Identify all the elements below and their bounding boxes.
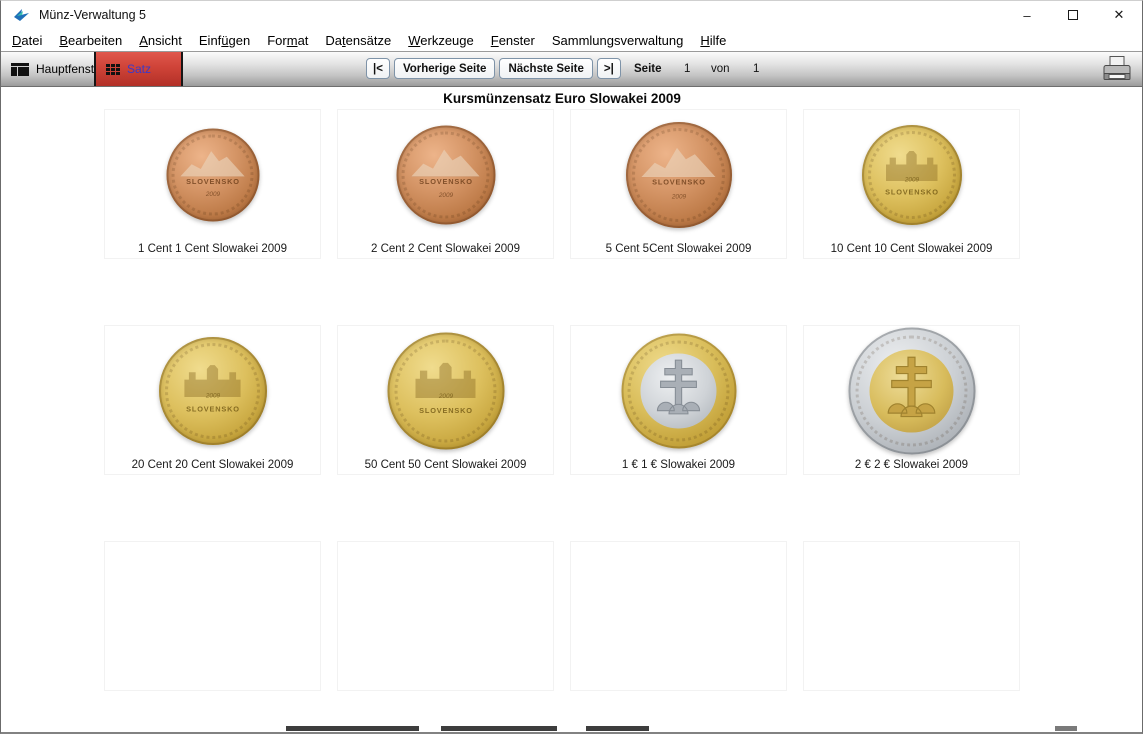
coin-cell-1-cent[interactable]: SLOVENSKO 2009 1 Cent 1 Cent Slowakei 20…: [104, 109, 321, 259]
maximize-button[interactable]: [1050, 1, 1096, 29]
coin-grid: SLOVENSKO 2009 1 Cent 1 Cent Slowakei 20…: [104, 109, 1020, 691]
coin-inscription: SLOVENSKO: [398, 406, 494, 414]
page-status-of-label: von: [711, 63, 730, 75]
toolbar: Hauptfenster Satz |< Vorherige Seite Näc…: [1, 51, 1142, 87]
menu-hilfe[interactable]: Hilfe: [693, 31, 733, 50]
coin-image-10-cent[interactable]: SLOVENSKO 2009: [862, 125, 962, 225]
app-icon: [13, 7, 31, 23]
coin-inscription: SLOVENSKO: [174, 178, 250, 186]
statusbar-clipped-text: [286, 726, 419, 731]
coin-cell-50-cent[interactable]: SLOVENSKO 2009 50 Cent 50 Cent Slowakei …: [337, 325, 554, 475]
previous-page-button[interactable]: Vorherige Seite: [394, 58, 496, 79]
page-title: Kursmünzensatz Euro Slowakei 2009: [104, 91, 1020, 106]
coin-image-2-cent[interactable]: SLOVENSKO 2009: [396, 126, 495, 225]
first-page-button[interactable]: |<: [366, 58, 390, 79]
coin-label: 20 Cent 20 Cent Slowakei 2009: [105, 459, 320, 471]
menu-datei[interactable]: Datei: [5, 31, 49, 50]
statusbar-clipped-text: [441, 726, 557, 731]
menu-ansicht[interactable]: Ansicht: [132, 31, 189, 50]
coin-label: 50 Cent 50 Cent Slowakei 2009: [338, 459, 553, 471]
minimize-button[interactable]: –: [1004, 1, 1050, 29]
coin-label: 1 € 1 € Slowakei 2009: [571, 459, 786, 471]
mountain-motif: [180, 149, 245, 177]
window-title: Münz-Verwaltung 5: [39, 8, 146, 22]
double-cross-motif: [653, 355, 704, 419]
coin-inscription: SLOVENSKO: [871, 188, 953, 196]
app-window: Münz-Verwaltung 5 – ✕ Datei Bearbeiten A…: [0, 0, 1143, 734]
statusbar: [1, 718, 1142, 732]
tab-satz[interactable]: Satz: [96, 52, 181, 86]
tab-separator: [181, 52, 183, 86]
coin-cell-1-euro[interactable]: SLOVENSKO 2009 1 € 1 € Slowakei 2009: [570, 325, 787, 475]
mountain-motif: [641, 145, 715, 177]
empty-cell: [803, 541, 1020, 691]
coin-image-2-euro[interactable]: SLOVENSKO 2009: [848, 328, 975, 455]
coin-image-20-cent[interactable]: SLOVENSKO 2009: [159, 337, 267, 445]
menu-einfuegen[interactable]: Einfügen: [192, 31, 257, 50]
main-window-icon: [11, 63, 29, 76]
double-cross-motif: [884, 352, 940, 423]
coin-year: 2009: [406, 192, 485, 199]
coin-year: 2009: [399, 392, 493, 399]
menu-datensaetze[interactable]: Datensätze: [318, 31, 398, 50]
coin-year: 2009: [872, 176, 952, 183]
statusbar-clipped-text: [1055, 726, 1077, 731]
coin-year: 2009: [636, 193, 721, 200]
menubar: Datei Bearbeiten Ansicht Einfügen Format…: [1, 29, 1142, 51]
last-page-button[interactable]: >|: [597, 58, 621, 79]
next-page-button[interactable]: Nächste Seite: [499, 58, 592, 79]
coin-cell-20-cent[interactable]: SLOVENSKO 2009 20 Cent 20 Cent Slowakei …: [104, 325, 321, 475]
coin-cell-2-euro[interactable]: SLOVENSKO 2009 2 € 2 € Slowakei 2009: [803, 325, 1020, 475]
menu-sammlungsverwaltung[interactable]: Sammlungsverwaltung: [545, 31, 691, 50]
coin-cell-5-cent[interactable]: SLOVENSKO 2009 5 Cent 5Cent Slowakei 200…: [570, 109, 787, 259]
maximize-icon: [1068, 10, 1078, 20]
coin-inscription: SLOVENSKO: [635, 178, 722, 186]
coin-label: 5 Cent 5Cent Slowakei 2009: [571, 243, 786, 255]
empty-cell: [570, 541, 787, 691]
record-view: Kursmünzensatz Euro Slowakei 2009 SLOVEN…: [1, 88, 1142, 718]
tab-hauptfenster[interactable]: Hauptfenster: [1, 52, 94, 86]
coin-image-50-cent[interactable]: SLOVENSKO 2009: [387, 333, 504, 450]
coin-image-5-cent[interactable]: SLOVENSKO 2009: [626, 122, 732, 228]
coin-label: 2 Cent 2 Cent Slowakei 2009: [338, 243, 553, 255]
print-button[interactable]: [1100, 54, 1134, 85]
page-navigation: |< Vorherige Seite Nächste Seite >|: [366, 58, 621, 79]
coin-label: 1 Cent 1 Cent Slowakei 2009: [105, 243, 320, 255]
coin-label: 10 Cent 10 Cent Slowakei 2009: [804, 243, 1019, 255]
coin-cell-2-cent[interactable]: SLOVENSKO 2009 2 Cent 2 Cent Slowakei 20…: [337, 109, 554, 259]
coin-label: 2 € 2 € Slowakei 2009: [804, 459, 1019, 471]
grid-icon: [106, 64, 120, 75]
total-pages-number: 1: [753, 63, 759, 75]
empty-cell: [104, 541, 321, 691]
titlebar: Münz-Verwaltung 5 – ✕: [1, 1, 1142, 29]
coin-inscription: SLOVENSKO: [168, 405, 257, 413]
coin-cell-10-cent[interactable]: SLOVENSKO 2009 10 Cent 10 Cent Slowakei …: [803, 109, 1020, 259]
statusbar-clipped-text: [586, 726, 649, 731]
coin-inscription: SLOVENSKO: [405, 178, 486, 186]
coin-image-1-euro[interactable]: SLOVENSKO 2009: [621, 334, 736, 449]
coin-image-1-cent[interactable]: SLOVENSKO 2009: [166, 129, 259, 222]
empty-cell: [337, 541, 554, 691]
close-button[interactable]: ✕: [1096, 1, 1142, 29]
coin-year: 2009: [169, 392, 255, 399]
menu-bearbeiten[interactable]: Bearbeiten: [52, 31, 129, 50]
menu-fenster[interactable]: Fenster: [484, 31, 542, 50]
coin-year: 2009: [175, 191, 249, 198]
menu-werkzeuge[interactable]: Werkzeuge: [401, 31, 481, 50]
current-page-number: 1: [684, 63, 690, 75]
mountain-motif: [411, 147, 480, 177]
window-controls: – ✕: [1004, 1, 1142, 29]
page-status-label: Seite: [634, 63, 662, 75]
close-icon: ✕: [1114, 7, 1125, 23]
minimize-icon: –: [1023, 8, 1030, 23]
menu-format[interactable]: Format: [260, 31, 315, 50]
